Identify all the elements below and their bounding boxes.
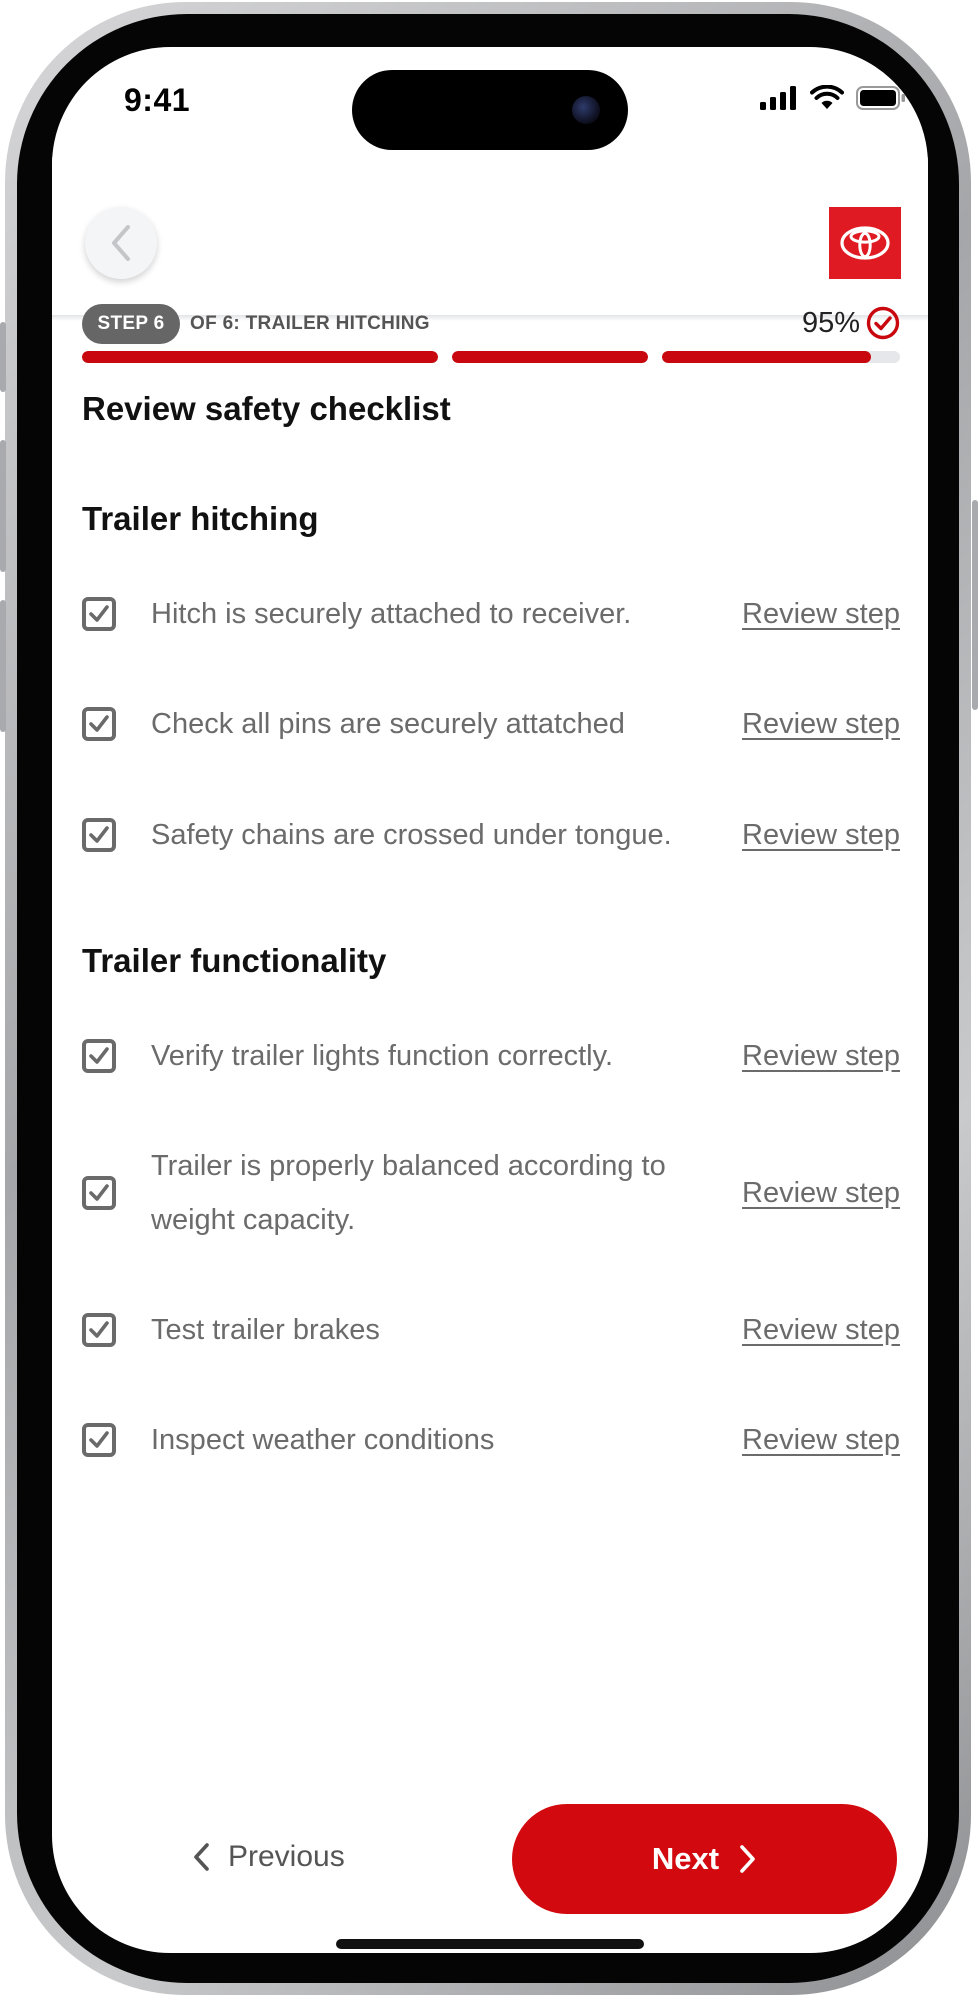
silent-switch [0,322,6,392]
check-circle-icon [866,306,900,340]
checklist-item-text: Inspect weather conditions [151,1424,495,1456]
checklist-item-text: Safety chains are crossed under tongue. [151,819,672,851]
checklist-item-text: Trailer is properly balanced according t… [151,1150,666,1236]
review-step-link[interactable]: Review step [742,1303,900,1357]
checklist-item: Verify trailer lights function correctly… [82,1029,900,1083]
dynamic-island [352,70,628,150]
progress-segment-2 [452,351,648,363]
cellular-signal-icon [760,86,796,110]
checkmark-icon [89,1321,109,1338]
checkmark-icon [89,1047,109,1064]
review-step-link[interactable]: Review step [742,808,900,862]
back-button[interactable] [85,207,157,279]
front-camera [572,96,600,124]
checkbox[interactable] [82,818,116,852]
checklist-item-text: Hitch is securely attached to receiver. [151,598,632,630]
status-icons [760,85,906,111]
checkmark-icon [89,826,109,843]
volume-up-button [0,440,6,572]
review-step-link[interactable]: Review step [742,587,900,641]
progress-bars [82,351,900,363]
checkbox[interactable] [82,707,116,741]
status-time: 9:41 [124,82,191,118]
checklist-item: Trailer is properly balanced according t… [82,1139,900,1247]
step-indicator: STEP 6 OF 6: TRAILER HITCHING 95% [82,304,900,344]
volume-down-button [0,600,6,732]
checklist-item: Inspect weather conditions Review step [82,1413,900,1467]
toyota-logo [829,207,901,279]
chevron-right-icon [740,1845,755,1873]
previous-button[interactable]: Previous [192,1832,345,1882]
home-indicator [336,1939,644,1949]
checkbox[interactable] [82,1313,116,1347]
progress-segment-3 [662,351,900,363]
checklist-item-text: Verify trailer lights function correctly… [151,1040,614,1072]
checklist-item: Test trailer brakes Review step [82,1303,900,1357]
previous-label: Previous [228,1840,345,1873]
next-button[interactable]: Next [512,1804,897,1914]
checkbox[interactable] [82,1039,116,1073]
checkbox[interactable] [82,597,116,631]
checklist-item: Hitch is securely attached to receiver. … [82,587,900,641]
checklist-item-text: Check all pins are securely attatched [151,708,625,740]
checklist-item: Safety chains are crossed under tongue. … [82,808,900,862]
app-screen: 9:41 STEP 6 OF 6: TRAILER HITCHING 95% R… [52,47,928,1953]
chevron-left-icon [112,225,130,261]
battery-icon [856,86,905,110]
checkbox[interactable] [82,1423,116,1457]
step-label: OF 6: TRAILER HITCHING [190,313,430,334]
step-badge: STEP 6 [82,304,180,344]
section-title-trailer-hitching: Trailer hitching [82,500,319,537]
toyota-emblem-icon [840,226,890,260]
review-step-link[interactable]: Review step [742,1166,900,1220]
checklist-item-text: Test trailer brakes [151,1314,380,1346]
section-title-trailer-functionality: Trailer functionality [82,942,387,979]
checkmark-icon [89,1184,109,1201]
next-label: Next [651,1841,720,1876]
review-step-link[interactable]: Review step [742,1413,900,1467]
checkmark-icon [89,605,109,622]
checkmark-icon [89,1431,109,1448]
checkbox[interactable] [82,1176,116,1210]
page-title: Review safety checklist [82,390,451,427]
progress-segment-1 [82,351,438,363]
wifi-icon [810,85,844,109]
app-header [52,157,928,315]
review-step-link[interactable]: Review step [742,697,900,751]
progress-percent: 95% [801,307,860,339]
checklist-item: Check all pins are securely attatched Re… [82,697,900,751]
chevron-left-icon [194,1843,209,1871]
power-button [972,500,978,710]
checkmark-icon [89,715,109,732]
review-step-link[interactable]: Review step [742,1029,900,1083]
